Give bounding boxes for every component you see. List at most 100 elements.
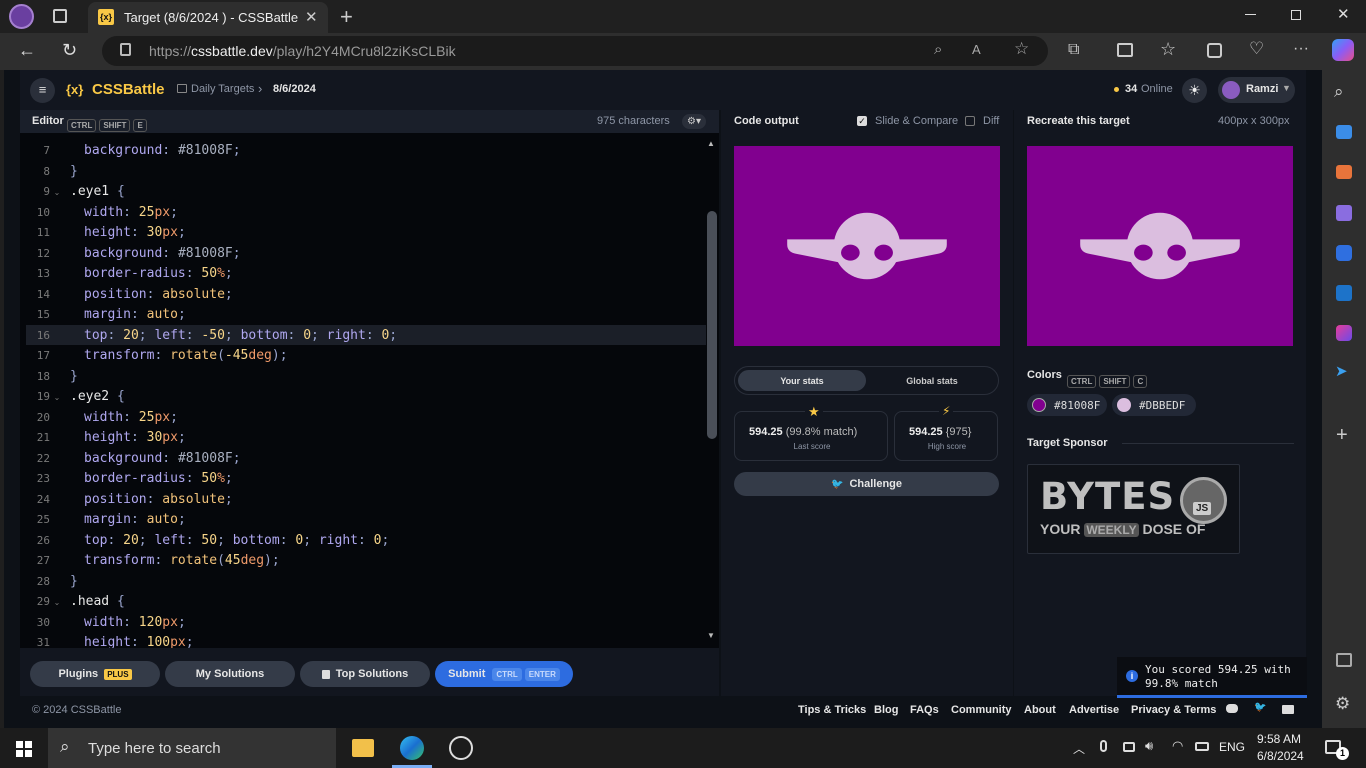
collections-icon[interactable] (1207, 43, 1222, 58)
favorites-icon[interactable]: ☆ (1160, 39, 1176, 60)
refresh-icon[interactable]: ↻ (62, 40, 77, 61)
mic-icon[interactable] (1100, 740, 1107, 752)
scroll-up-icon[interactable]: ▲ (707, 139, 715, 148)
target-image[interactable] (1027, 146, 1293, 346)
hide-sidebar-icon[interactable] (1336, 653, 1352, 667)
color-chip-lilac[interactable]: #DBBEDF (1112, 394, 1196, 416)
theme-toggle-button[interactable]: ☀ (1182, 78, 1207, 103)
code-line[interactable]: 17 transform: rotate(-45deg); (26, 345, 706, 365)
code-line[interactable]: 23 border-radius: 50%; (26, 468, 706, 488)
code-line[interactable]: 11 height: 30px; (26, 222, 706, 242)
tab-global-stats[interactable]: Global stats (868, 370, 996, 391)
score-toast[interactable]: i You scored 594.25 with 99.8% match (1117, 657, 1307, 698)
settings-icon[interactable]: ⚙ (1335, 694, 1350, 714)
extensions-icon[interactable]: ⧉ (1068, 41, 1079, 59)
fold-chevron-icon[interactable]: ⌄ (50, 183, 64, 203)
zoom-icon[interactable]: ⌕ (934, 41, 942, 58)
tab-your-stats[interactable]: Your stats (738, 370, 866, 391)
color-chip-purple[interactable]: #81008F (1027, 394, 1107, 416)
code-line[interactable]: 30 width: 120px; (26, 612, 706, 632)
obs-icon[interactable] (449, 736, 473, 760)
plugins-button[interactable]: Plugins PLUS (30, 661, 160, 687)
send-icon[interactable]: ➤ (1335, 362, 1348, 380)
submit-button[interactable]: Submit CTRL ENTER (435, 661, 573, 687)
diff-checkbox[interactable] (965, 116, 975, 126)
editor-settings-icon[interactable]: ⚙▾ (682, 114, 706, 129)
code-output-preview[interactable] (734, 146, 1000, 346)
mail-icon[interactable] (1282, 705, 1294, 714)
code-line[interactable]: 29 ⌄ .head { (26, 591, 706, 611)
code-line[interactable]: 21 height: 30px; (26, 427, 706, 447)
battery-icon[interactable] (1195, 742, 1209, 751)
language-indicator[interactable]: ENG (1219, 740, 1245, 754)
tab-actions-icon[interactable] (53, 9, 67, 23)
footer-link-community[interactable]: Community (951, 704, 1012, 716)
brand-name[interactable]: CSSBattle (92, 81, 165, 98)
tools-icon[interactable] (1336, 165, 1352, 179)
clock-date[interactable]: 6/8/2024 (1257, 749, 1304, 763)
scroll-thumb[interactable] (707, 211, 717, 439)
close-tab-icon[interactable]: ✕ (305, 8, 318, 26)
more-menu-icon[interactable]: ··· (1293, 40, 1309, 58)
favorite-star-icon[interactable]: ☆ (1014, 39, 1029, 59)
footer-link-about[interactable]: About (1024, 704, 1056, 716)
top-solutions-button[interactable]: Top Solutions (300, 661, 430, 687)
outlook-icon[interactable] (1336, 285, 1352, 301)
footer-link-privacy[interactable]: Privacy & Terms (1131, 704, 1216, 716)
games-icon[interactable] (1336, 205, 1352, 221)
close-window-icon[interactable]: ✕ (1337, 5, 1350, 23)
search-icon[interactable]: ⌕ (1334, 82, 1344, 102)
clock-time[interactable]: 9:58 AM (1257, 732, 1301, 746)
footer-link-tips[interactable]: Tips & Tricks (798, 704, 866, 716)
discord-icon[interactable] (1226, 704, 1238, 713)
code-line[interactable]: 31 height: 100px; (26, 632, 706, 648)
taskbar-search[interactable]: ⌕ Type here to search (48, 728, 336, 768)
browser-tab[interactable]: {x} Target (8/6/2024 ) - CSSBattle ✕ (88, 2, 328, 33)
tray-chevron-icon[interactable]: ︿ (1073, 740, 1085, 757)
new-tab-icon[interactable]: + (340, 4, 353, 30)
footer-link-advertise[interactable]: Advertise (1069, 704, 1119, 716)
code-editor[interactable]: 7 background: #81008F; 8} 9 ⌄ .eye1 {10 width:… (20, 133, 719, 648)
profile-avatar[interactable] (9, 4, 34, 29)
code-line[interactable]: 16 top: 20; left: -50; bottom: 0; right: … (26, 324, 706, 345)
file-explorer-icon[interactable] (352, 739, 374, 757)
fold-chevron-icon[interactable]: ⌄ (50, 593, 64, 613)
performance-icon[interactable]: ♡ (1249, 39, 1264, 59)
restore-icon[interactable] (1291, 10, 1301, 20)
code-line[interactable]: 28} (26, 571, 706, 591)
breadcrumb-parent[interactable]: Daily Targets (191, 83, 254, 95)
editor-scrollbar[interactable]: ▲ ▼ (706, 133, 719, 648)
code-line[interactable]: 12 background: #81008F; (26, 243, 706, 263)
fold-chevron-icon[interactable]: ⌄ (50, 388, 64, 408)
camera-icon[interactable] (1123, 742, 1135, 752)
copilot-sidebar-icon[interactable] (1336, 245, 1352, 261)
code-line[interactable]: 25 margin: auto; (26, 509, 706, 529)
code-line[interactable]: 8} (26, 161, 706, 181)
split-screen-icon[interactable] (1117, 43, 1133, 57)
address-bar[interactable]: https://cssbattle.dev/play/h2Y4MCru8l2zi… (102, 36, 1048, 66)
sponsor-ad[interactable]: BYTES YOUR WEEKLY DOSE OF JS (1027, 464, 1240, 554)
code-line[interactable]: 22 background: #81008F; (26, 448, 706, 468)
windows-start-icon[interactable] (16, 741, 32, 757)
code-line[interactable]: 14 position: absolute; (26, 284, 706, 304)
twitter-icon[interactable]: 🐦 (1254, 702, 1266, 713)
code-line[interactable]: 24 position: absolute; (26, 489, 706, 509)
code-line[interactable]: 10 width: 25px; (26, 202, 706, 222)
code-line[interactable]: 18} (26, 366, 706, 386)
slide-compare-checkbox[interactable]: ✓ (857, 116, 867, 126)
code-line[interactable]: 15 margin: auto; (26, 304, 706, 324)
code-line[interactable]: 9 ⌄ .eye1 { (26, 181, 706, 201)
copilot-icon[interactable] (1332, 39, 1354, 61)
code-line[interactable]: 27 transform: rotate(45deg); (26, 550, 706, 570)
code-line[interactable]: 19 ⌄ .eye2 { (26, 386, 706, 406)
minimize-icon[interactable] (1245, 14, 1256, 15)
code-line[interactable]: 13 border-radius: 50%; (26, 263, 706, 283)
code-line[interactable]: 20 width: 25px; (26, 407, 706, 427)
challenge-button[interactable]: 🐦 Challenge (734, 472, 999, 496)
footer-link-faqs[interactable]: FAQs (910, 704, 939, 716)
menu-button[interactable]: ≡ (30, 78, 55, 103)
my-solutions-button[interactable]: My Solutions (165, 661, 295, 687)
read-aloud-icon[interactable]: A (972, 42, 981, 57)
edge-taskbar-icon[interactable] (400, 736, 424, 760)
network-icon[interactable]: ◠ (1172, 738, 1183, 754)
